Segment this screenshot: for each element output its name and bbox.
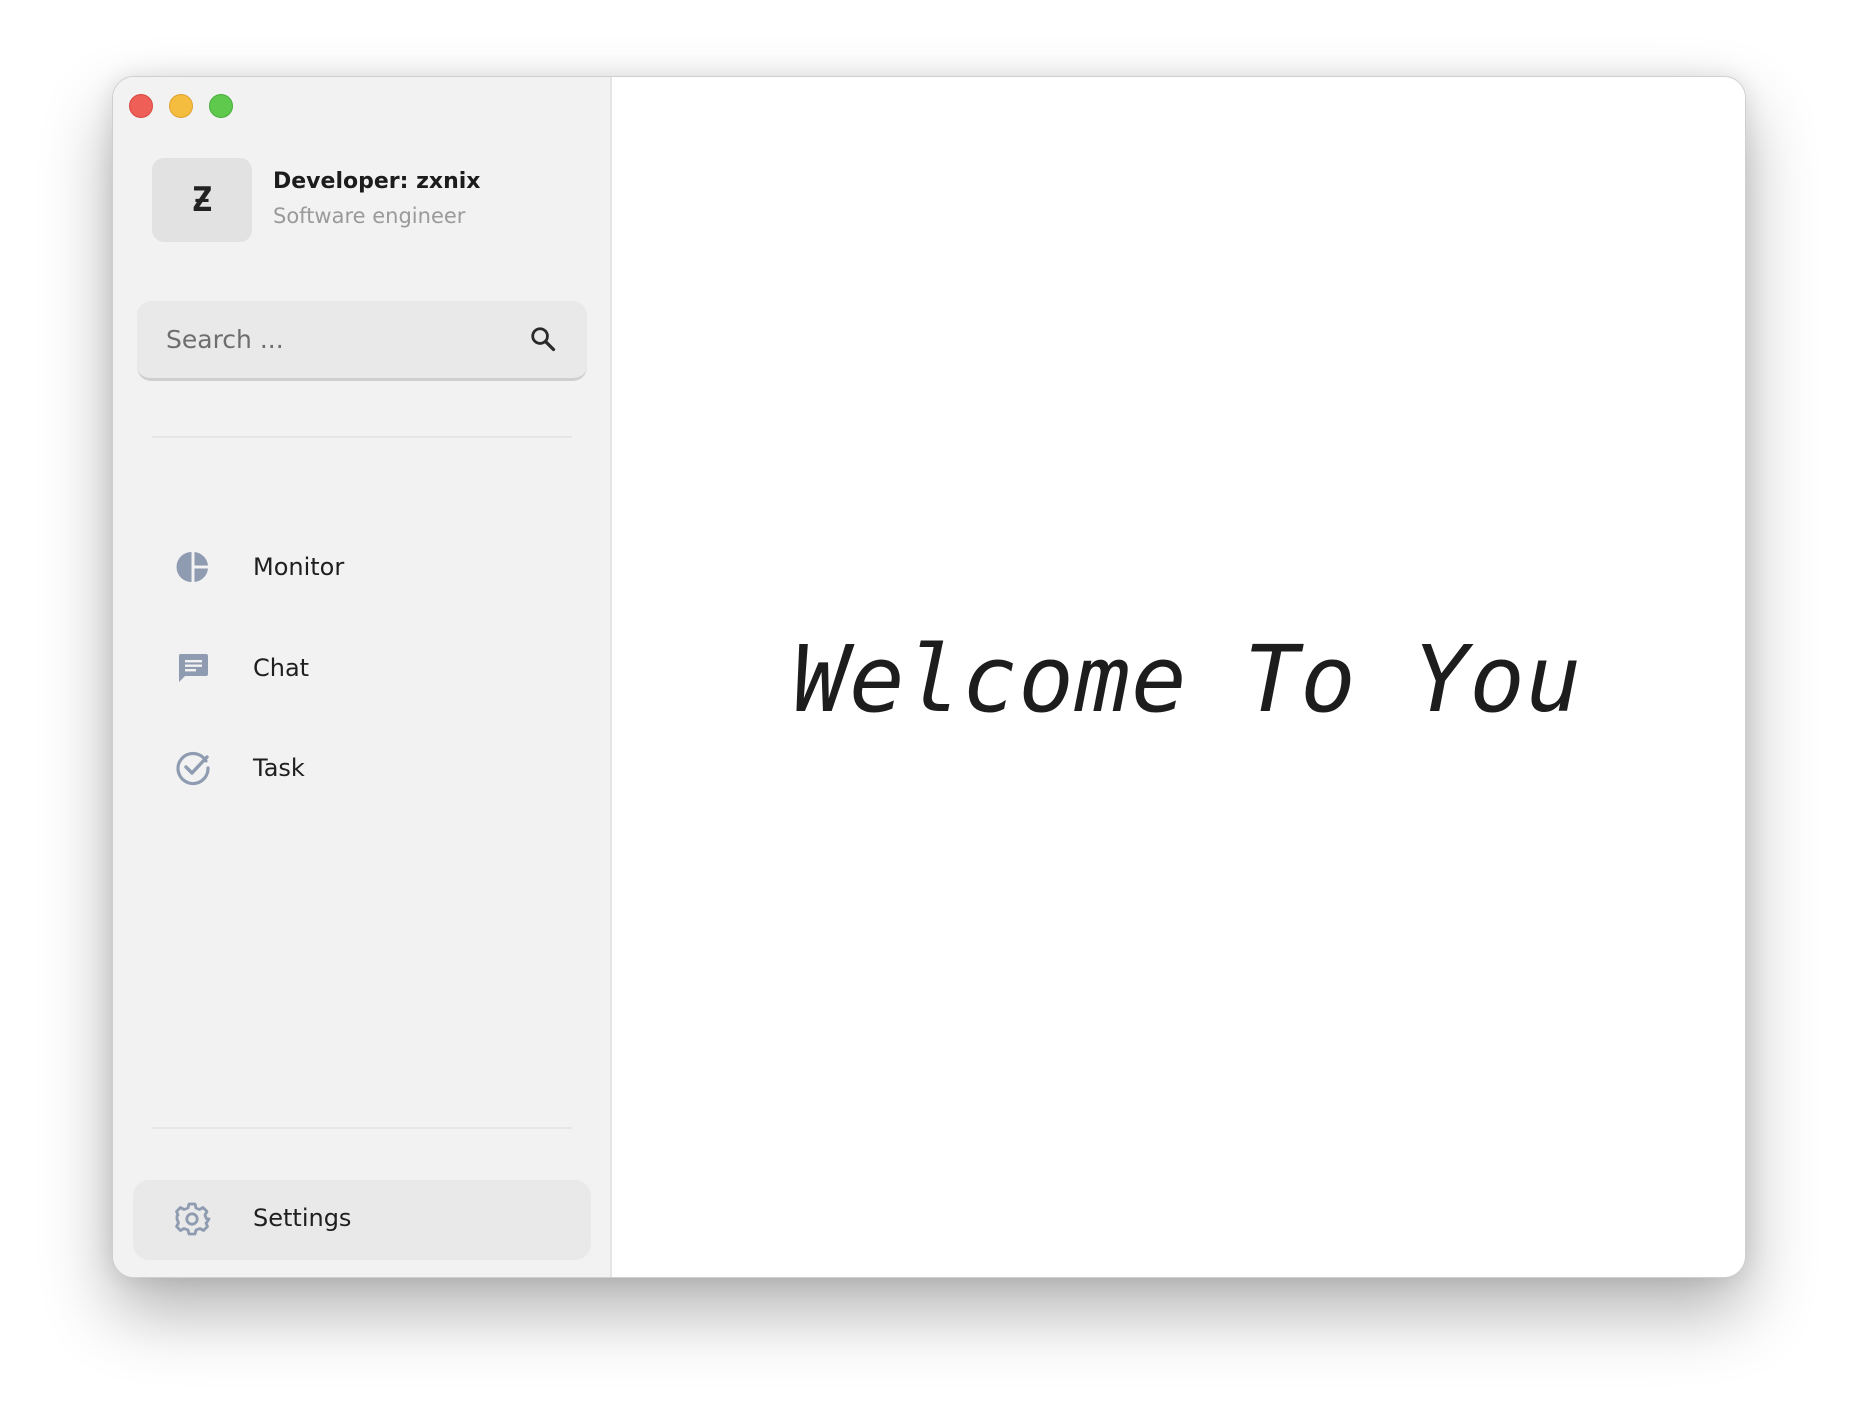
sidebar-item-label: Chat	[253, 654, 310, 682]
user-profile: Ƶ Developer: zxnix Software engineer	[152, 158, 480, 242]
chat-icon	[175, 650, 211, 686]
welcome-text: Welcome To You	[792, 626, 1583, 733]
main-content: Welcome To You	[612, 77, 1745, 1277]
window-controls	[129, 94, 233, 118]
sidebar-divider	[152, 436, 572, 438]
gear-icon	[175, 1202, 211, 1236]
sidebar: Ƶ Developer: zxnix Software engineer Sea…	[113, 77, 612, 1277]
sidebar-item-monitor[interactable]: Monitor	[133, 527, 593, 607]
search-box	[137, 301, 587, 381]
minimize-button[interactable]	[169, 94, 193, 118]
maximize-button[interactable]	[209, 94, 233, 118]
sidebar-item-label: Task	[253, 754, 305, 782]
profile-role: Software engineer	[273, 203, 466, 228]
sidebar-item-label: Monitor	[253, 553, 345, 581]
sidebar-item-chat[interactable]: Chat	[133, 628, 593, 708]
app-window: Ƶ Developer: zxnix Software engineer Sea…	[112, 76, 1746, 1278]
search-icon[interactable]	[529, 325, 557, 353]
profile-name: Developer: zxnix	[273, 168, 481, 194]
profile-info: Developer: zxnix Software engineer	[273, 167, 480, 232]
check-circle-icon	[175, 750, 211, 786]
sidebar-divider	[152, 1127, 572, 1129]
settings-label: Settings	[253, 1204, 352, 1232]
avatar: Ƶ	[152, 158, 252, 242]
settings-button[interactable]: Settings	[133, 1180, 591, 1260]
close-button[interactable]	[129, 94, 153, 118]
search-input[interactable]	[137, 301, 587, 378]
sidebar-item-task[interactable]: Task	[133, 728, 593, 808]
pie-chart-icon	[175, 549, 211, 585]
